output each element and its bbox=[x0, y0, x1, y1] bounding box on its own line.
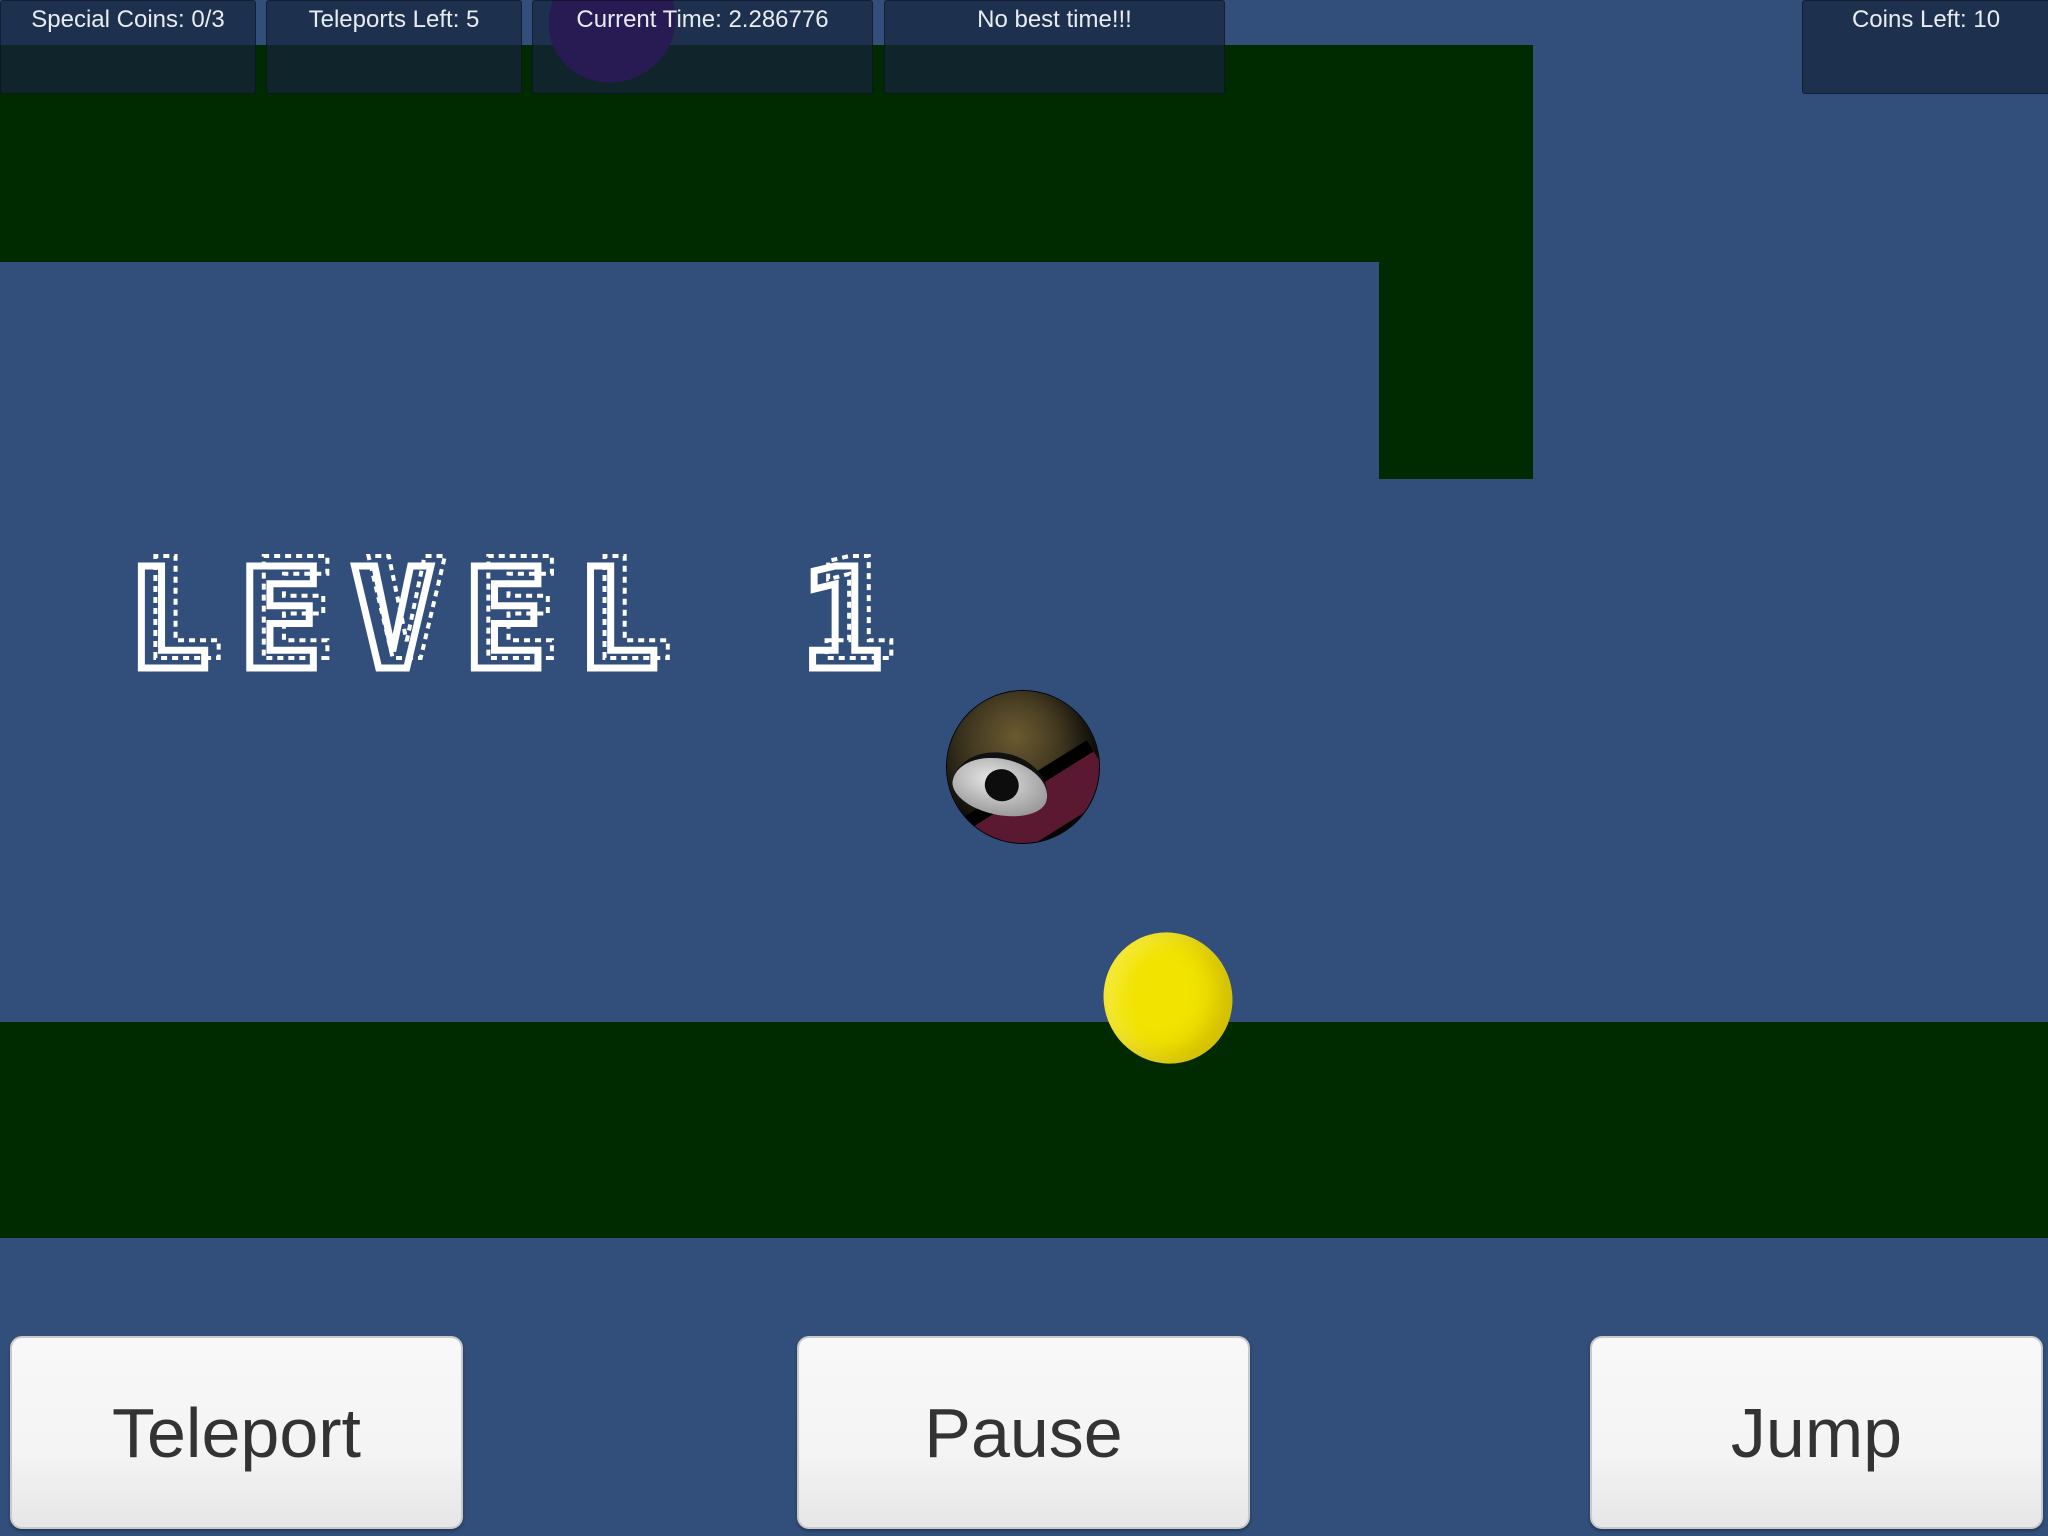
pupil bbox=[981, 766, 1022, 805]
level-title-text: LEVEL 1 bbox=[126, 550, 912, 680]
pause-button[interactable]: Pause bbox=[797, 1336, 1250, 1529]
game-scene: LEVEL 1 LEVEL 1 Special Coins: 0/3 Telep… bbox=[0, 0, 2048, 1536]
hud-coins-left: Coins Left: 10 bbox=[1802, 0, 2048, 94]
teleport-button[interactable]: Teleport bbox=[10, 1336, 463, 1529]
hud-best-time: No best time!!! bbox=[884, 0, 1225, 94]
level-title-banner: LEVEL 1 LEVEL 1 bbox=[126, 550, 912, 680]
player-eyeball-icon bbox=[947, 691, 1099, 843]
hud-special-coins: Special Coins: 0/3 bbox=[0, 0, 256, 94]
hud-teleports-left: Teleports Left: 5 bbox=[266, 0, 522, 94]
jump-button[interactable]: Jump bbox=[1590, 1336, 2043, 1529]
hud-current-time: Current Time: 2.286776 bbox=[532, 0, 873, 94]
platform-floor bbox=[0, 1022, 2048, 1238]
platform-right-pillar bbox=[1379, 45, 1533, 479]
